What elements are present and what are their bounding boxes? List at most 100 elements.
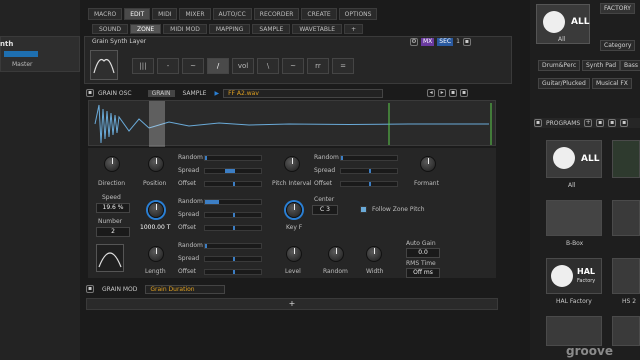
tab-edit[interactable]: EDIT — [124, 8, 151, 20]
category-button[interactable]: Category — [600, 40, 636, 51]
number-field[interactable]: 2 — [96, 227, 130, 237]
power-icon[interactable]: ▪ — [86, 285, 94, 293]
tab-create[interactable]: CREATE — [301, 8, 337, 20]
add-modulation-button[interactable]: + — [86, 298, 498, 310]
delete-icon[interactable]: ▪ — [620, 119, 629, 127]
subtab-mapping[interactable]: MAPPING — [208, 24, 251, 34]
sample-select[interactable]: FF A2.wav — [223, 88, 384, 98]
power-icon[interactable]: ▪ — [86, 89, 94, 97]
program-tile-hal[interactable]: HAL Factory — [546, 258, 602, 294]
len-spread-label: Spread — [178, 255, 200, 262]
level-knob[interactable] — [286, 246, 302, 262]
center-field[interactable]: C 3 — [312, 205, 338, 215]
grain-mod-select[interactable]: Grain Duration — [145, 284, 226, 294]
random-knob[interactable] — [328, 246, 344, 262]
len-random-slider[interactable] — [204, 243, 262, 249]
filter-allpass-button[interactable]: ~ — [182, 58, 204, 74]
tab-mixer[interactable]: MIXER — [179, 8, 211, 20]
filter-list-button[interactable]: = — [332, 58, 354, 74]
position-knob[interactable] — [148, 156, 164, 172]
dur-random-slider[interactable] — [204, 199, 262, 205]
width-knob[interactable] — [366, 246, 382, 262]
tab-recorder[interactable]: RECORDER — [253, 8, 300, 20]
tag-guitar-plucked[interactable]: Guitar/Plucked — [538, 78, 590, 89]
direction-label: Direction — [98, 180, 126, 187]
pitch-offset-slider[interactable] — [340, 181, 398, 187]
save-icon[interactable]: ▪ — [608, 119, 617, 127]
program-tile-hs2[interactable] — [612, 258, 640, 294]
subtab-wavetable[interactable]: WAVETABLE — [292, 24, 343, 34]
waveform-display[interactable] — [88, 100, 496, 147]
add-icon[interactable]: + — [584, 119, 593, 127]
filter-highpass-button[interactable]: \ — [257, 58, 279, 74]
sec-badge[interactable]: SEC — [437, 38, 454, 46]
envelope-shape-button[interactable] — [90, 50, 118, 80]
sample-mode-button[interactable]: SAMPLE — [179, 90, 211, 97]
duration-knob[interactable] — [148, 202, 164, 218]
trash-icon[interactable]: ▪ — [462, 38, 471, 46]
len-offset-slider[interactable] — [204, 269, 262, 275]
program-tile-all[interactable]: ALL — [546, 140, 602, 178]
slot-level-bar[interactable] — [4, 51, 38, 57]
filter-formant-button[interactable]: rr — [307, 58, 329, 74]
grain-mode-button[interactable]: GRAIN — [147, 89, 175, 97]
program-tile-4[interactable] — [612, 200, 640, 236]
filter-lowpass-button[interactable]: vol — [232, 58, 254, 74]
tag-drum-perc[interactable]: Drum&Perc — [538, 60, 581, 71]
program-tile-7[interactable] — [546, 316, 602, 346]
add-tab-button[interactable]: + — [344, 24, 364, 34]
play-icon[interactable]: ▶ — [214, 90, 219, 97]
filter-notch-button[interactable]: - — [157, 58, 179, 74]
tab-options[interactable]: OPTIONS — [338, 8, 378, 20]
grain-mod-label: GRAIN MOD — [102, 285, 138, 293]
pitch-interval-knob[interactable] — [284, 156, 300, 172]
key-f-knob[interactable] — [286, 202, 302, 218]
pos-offset-slider[interactable] — [204, 181, 262, 187]
pitch-spread-slider[interactable] — [340, 168, 398, 174]
formant-knob[interactable] — [420, 156, 436, 172]
folder-icon[interactable]: ▪ — [596, 119, 605, 127]
compass-icon — [543, 11, 565, 33]
grain-osc-header: ▪ GRAIN OSC GRAIN SAMPLE ▶ FF A2.wav ◂ ▸… — [86, 88, 502, 98]
tag-bass[interactable]: Bass — [620, 60, 640, 71]
program-tile-8[interactable] — [612, 316, 640, 346]
filter-wave-button[interactable]: ~ — [282, 58, 304, 74]
filter-bandpass-button[interactable]: / — [207, 58, 229, 74]
grain-window-button[interactable] — [96, 244, 124, 272]
length-knob[interactable] — [148, 246, 164, 262]
trash-icon[interactable]: ▪ — [460, 89, 469, 97]
tab-macro[interactable]: MACRO — [88, 8, 123, 20]
subtab-zone[interactable]: ZONE — [130, 24, 162, 34]
next-icon[interactable]: ▸ — [438, 89, 447, 97]
mx-badge[interactable]: MX — [421, 38, 435, 46]
auto-gain-field[interactable]: 0.0 — [406, 248, 440, 258]
program-tile-bbox[interactable] — [546, 200, 602, 236]
gear-icon[interactable]: ⚙ — [410, 38, 418, 46]
pos-spread-slider[interactable] — [204, 168, 262, 174]
subtab-sound[interactable]: SOUND — [92, 24, 129, 34]
subtab-sample[interactable]: SAMPLE — [252, 24, 291, 34]
dur-offset-slider[interactable] — [204, 225, 262, 231]
browser-panel — [530, 0, 640, 360]
rms-time-field[interactable]: Off ms — [406, 268, 440, 278]
direction-knob[interactable] — [104, 156, 120, 172]
len-spread-slider[interactable] — [204, 256, 262, 262]
dur-spread-slider[interactable] — [204, 212, 262, 218]
collapse-icon[interactable]: ▪ — [534, 119, 542, 127]
speed-field[interactable]: 19.6 % — [96, 203, 130, 213]
prev-icon[interactable]: ◂ — [427, 89, 436, 97]
pitch-random-slider[interactable] — [340, 155, 398, 161]
pos-random-slider[interactable] — [204, 155, 262, 161]
program-hs2-label: HS 2 — [622, 298, 637, 305]
tab-auto-cc[interactable]: AUTO/CC — [212, 8, 252, 20]
program-tile-2[interactable] — [612, 140, 640, 178]
folder-icon[interactable]: ▪ — [449, 89, 458, 97]
subtab-midi-mod[interactable]: MIDI MOD — [163, 24, 207, 34]
rms-time-label: RMS Time — [406, 260, 436, 267]
tag-synth-pad[interactable]: Synth Pad — [582, 60, 621, 71]
tag-musical-fx[interactable]: Musical FX — [592, 78, 632, 89]
factory-button[interactable]: FACTORY — [600, 3, 635, 14]
follow-zone-pitch-checkbox[interactable] — [360, 206, 367, 213]
filter-comb-button[interactable]: ||| — [132, 58, 154, 74]
tab-midi[interactable]: MIDI — [152, 8, 178, 20]
